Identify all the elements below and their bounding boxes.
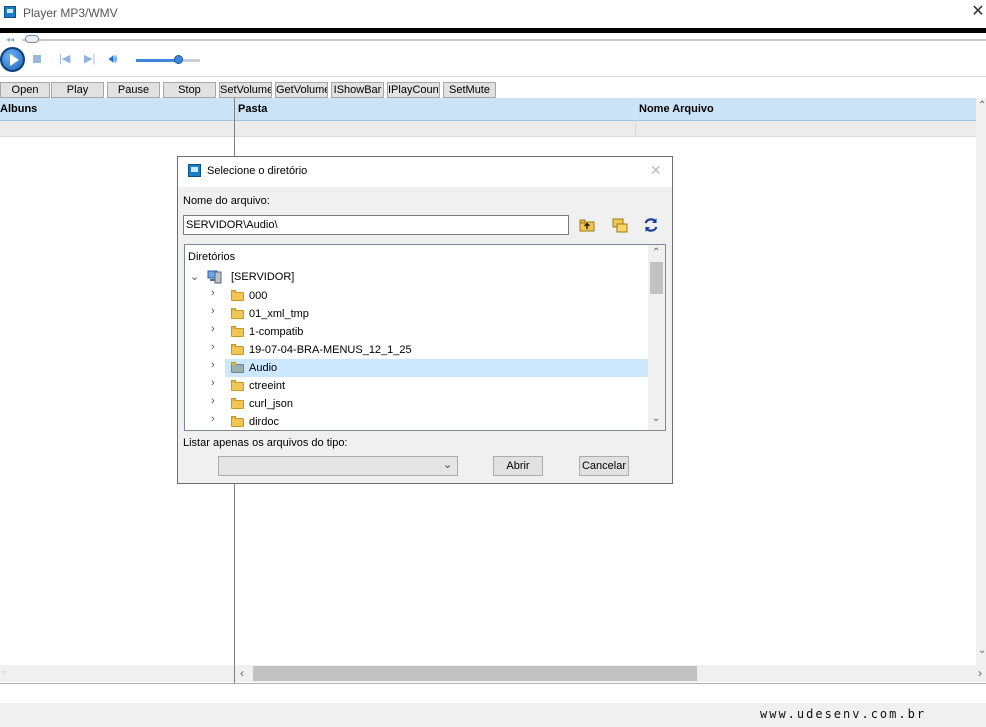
file-type-select[interactable]: [218, 456, 458, 476]
scroll-down-icon[interactable]: ⌄: [978, 645, 986, 656]
scroll-up-icon[interactable]: ⌃: [978, 100, 986, 111]
scroll-down-icon[interactable]: ⌄: [652, 413, 660, 424]
scroll-up-icon[interactable]: ⌃: [652, 247, 660, 258]
chevron-right-icon[interactable]: ›: [211, 377, 215, 389]
tree-folder-item[interactable]: dirdoc: [249, 413, 279, 431]
chevron-right-icon[interactable]: ›: [211, 323, 215, 335]
next-icon[interactable]: ▶|: [84, 52, 95, 65]
folder-copy-icon[interactable]: [611, 216, 629, 234]
folder-icon: [231, 308, 244, 319]
app-icon: [4, 6, 16, 18]
tree-label: Diretórios: [188, 251, 236, 263]
stop-icon[interactable]: [33, 55, 41, 63]
show-bar-button[interactable]: IShowBar: [331, 82, 384, 98]
stop-button[interactable]: Stop: [163, 82, 216, 98]
tree-folder-item[interactable]: 19-07-04-BRA-MENUS_12_1_25: [249, 341, 412, 359]
tree-folder-item[interactable]: 1-compatib: [249, 323, 303, 341]
seek-thumb[interactable]: [25, 35, 39, 43]
open-button[interactable]: Open: [0, 82, 50, 98]
cancel-button[interactable]: Cancelar: [579, 456, 629, 476]
server-icon: [207, 270, 222, 284]
folder-icon: [231, 326, 244, 337]
folder-icon: [231, 398, 244, 409]
albums-column-header[interactable]: Albuns: [0, 98, 234, 121]
tree-scroll-thumb[interactable]: [650, 262, 663, 294]
chevron-right-icon[interactable]: ›: [211, 359, 215, 371]
dialog-close-icon[interactable]: ✕: [650, 162, 662, 179]
folder-up-icon[interactable]: [578, 216, 596, 234]
folder-icon: [231, 416, 244, 427]
window-title: Player MP3/WMV: [23, 6, 118, 20]
chevron-down-icon[interactable]: ⌄: [190, 270, 199, 283]
open-dialog-button[interactable]: Abrir: [493, 456, 543, 476]
refresh-icon[interactable]: [642, 216, 660, 234]
tree-folder-item[interactable]: ctreeint: [249, 377, 285, 395]
get-volume-button[interactable]: GetVolume: [275, 82, 328, 98]
close-button[interactable]: ✕: [970, 3, 986, 21]
albums-horizontal-scrollbar[interactable]: [0, 665, 234, 682]
seek-back-icon[interactable]: ◂◂: [6, 35, 14, 44]
filename-input[interactable]: SERVIDOR\Audio\: [183, 215, 569, 235]
scroll-left-icon[interactable]: ‹: [240, 666, 244, 680]
scroll-thumb[interactable]: [253, 666, 697, 681]
tree-folder-item[interactable]: curl_json: [249, 395, 293, 413]
video-area: [0, 28, 986, 33]
filename-filter-row: [635, 121, 976, 137]
selected-row-highlight: [225, 359, 648, 377]
chevron-right-icon[interactable]: ›: [211, 287, 215, 299]
folder-column-header[interactable]: Pasta: [235, 98, 635, 121]
filename-column-header[interactable]: Nome Arquivo: [635, 98, 976, 121]
volume-thumb[interactable]: [174, 55, 183, 64]
play-toolbar-button[interactable]: Play: [51, 82, 104, 98]
chevron-right-icon[interactable]: ›: [211, 413, 215, 425]
chevron-right-icon[interactable]: ›: [211, 341, 215, 353]
volume-icon[interactable]: 🔊︎: [109, 51, 117, 67]
tree-folder-item[interactable]: 01_xml_tmp: [249, 305, 309, 323]
status-divider: [0, 683, 986, 684]
play-button[interactable]: [0, 47, 25, 72]
footer-url: www.udesenv.com.br: [760, 707, 927, 721]
folder-filter-row: [235, 121, 635, 137]
set-mute-button[interactable]: SetMute: [443, 82, 496, 98]
tree-folder-item[interactable]: 000: [249, 287, 267, 305]
folder-icon: [231, 380, 244, 391]
vertical-scrollbar[interactable]: [976, 98, 986, 665]
tree-folder-item-selected[interactable]: Audio: [249, 359, 277, 377]
previous-icon[interactable]: |◀: [59, 52, 70, 65]
divider: [0, 76, 986, 77]
folder-open-icon: [231, 362, 244, 373]
scroll-right-icon[interactable]: ›: [978, 666, 982, 680]
scroll-left-icon[interactable]: ‹: [2, 667, 5, 678]
chevron-right-icon[interactable]: ›: [211, 395, 215, 407]
filename-label: Nome do arquivo:: [183, 195, 270, 207]
albums-filter-row: [0, 121, 234, 137]
play-count-button[interactable]: IPlayCount: [387, 82, 440, 98]
seek-bar[interactable]: [22, 39, 986, 41]
pause-button[interactable]: Pause: [107, 82, 160, 98]
volume-fill: [136, 59, 178, 62]
dialog-title: Selecione o diretório: [207, 165, 308, 177]
tree-root[interactable]: [SERVIDOR]: [231, 268, 294, 286]
title-bar: [0, 0, 986, 27]
file-type-label: Listar apenas os arquivos do tipo:: [183, 437, 348, 449]
chevron-right-icon[interactable]: ›: [211, 305, 215, 317]
folder-icon: [231, 290, 244, 301]
chevron-down-icon[interactable]: ⌄: [443, 458, 452, 471]
dialog-app-icon: [188, 164, 201, 177]
set-volume-button[interactable]: SetVolume: [219, 82, 272, 98]
folder-icon: [231, 344, 244, 355]
